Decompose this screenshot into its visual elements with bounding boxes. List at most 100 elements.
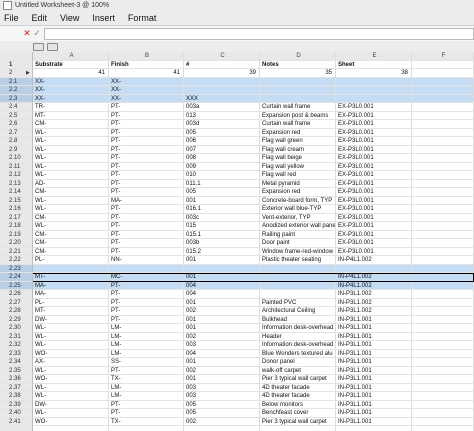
cell-d[interactable]: Information desk-overhead s	[260, 341, 336, 350]
cell-c[interactable]: 001	[184, 375, 260, 384]
cell-e[interactable]: EX-P3L0.001	[336, 137, 412, 146]
row-header[interactable]: 2.20	[0, 239, 33, 248]
cell-a[interactable]: WL-	[33, 145, 109, 154]
cell-d[interactable]	[260, 77, 336, 86]
menu-file[interactable]: File	[4, 13, 19, 23]
cell-d[interactable]: Information desk-overhead s	[260, 324, 336, 333]
cell-d[interactable]: Expansion red	[260, 188, 336, 197]
cell-e[interactable]: IN-P3L1.001	[336, 324, 412, 333]
row-header[interactable]: 2.23	[0, 264, 33, 273]
cell-c[interactable]: 002	[184, 332, 260, 341]
cell-c[interactable]: 001	[184, 273, 260, 282]
cell-e[interactable]: EX-P3L0.001	[336, 213, 412, 222]
row-header[interactable]: 2.9	[0, 145, 33, 154]
cell-b[interactable]: PT-	[109, 103, 184, 112]
cell-c[interactable]: 003d	[184, 120, 260, 129]
cell-d[interactable]: Curtain wall frame	[260, 103, 336, 112]
row-header[interactable]: 2.12	[0, 171, 33, 180]
cell-b[interactable]: Finish	[109, 60, 184, 69]
cell-a[interactable]: WL-	[33, 128, 109, 137]
cell-b[interactable]: PT-	[109, 239, 184, 248]
cell-e[interactable]: IN-P3L1.001	[336, 341, 412, 350]
row-header[interactable]: 2.33	[0, 349, 33, 358]
row-header[interactable]: 2.14	[0, 188, 33, 197]
cell-f[interactable]	[412, 281, 474, 290]
cell-f[interactable]	[412, 213, 474, 222]
row-header[interactable]: 2.29	[0, 315, 33, 324]
row-header[interactable]: 2.21	[0, 247, 33, 256]
cell-c[interactable]	[184, 426, 260, 431]
row-header[interactable]	[0, 426, 33, 431]
row-header[interactable]: 2.3	[0, 94, 33, 103]
row-header[interactable]: 2.35	[0, 366, 33, 375]
cell-b[interactable]: PT-	[109, 409, 184, 418]
row-header[interactable]: 2.22	[0, 256, 33, 265]
row-header[interactable]: 2.37	[0, 383, 33, 392]
cell-e[interactable]	[336, 426, 412, 431]
cell-c[interactable]	[184, 264, 260, 273]
cell-c[interactable]: 001	[184, 358, 260, 367]
cell-a[interactable]: WL-	[33, 341, 109, 350]
cell-f[interactable]	[412, 137, 474, 146]
cell-e[interactable]: EX-P3L0.001	[336, 103, 412, 112]
cell-d[interactable]: Concrete-board form, TYP	[260, 196, 336, 205]
cell-e[interactable]: IN-P3L1.001	[336, 400, 412, 409]
cell-a[interactable]: 41	[33, 69, 109, 78]
cell-d[interactable]: Bulkhead	[260, 315, 336, 324]
cell-b[interactable]: XX-	[109, 86, 184, 95]
cell-a[interactable]: WL-	[33, 222, 109, 231]
cell-f[interactable]	[412, 332, 474, 341]
cell-f[interactable]	[412, 222, 474, 231]
cell-c[interactable]: 003c	[184, 213, 260, 222]
cell-c[interactable]: 015	[184, 222, 260, 231]
cell-e[interactable]: EX-P3L0.001	[336, 222, 412, 231]
cell-c[interactable]: 004	[184, 290, 260, 299]
row-header[interactable]: 2.16	[0, 205, 33, 214]
row-header[interactable]: 2.2	[0, 86, 33, 95]
cell-d[interactable]: 35	[260, 69, 336, 78]
cell-e[interactable]: EX-P3L0.001	[336, 128, 412, 137]
cell-b[interactable]: TX-	[109, 417, 184, 426]
cell-f[interactable]	[412, 111, 474, 120]
row-header[interactable]: 2.6	[0, 120, 33, 129]
row-header[interactable]: 2.7	[0, 128, 33, 137]
cell-b[interactable]: PT-	[109, 179, 184, 188]
cell-a[interactable]: MA-	[33, 290, 109, 299]
cell-e[interactable]: IN-P3L1.001	[336, 392, 412, 401]
cell-a[interactable]: WL-	[33, 366, 109, 375]
cell-f[interactable]	[412, 315, 474, 324]
cell-b[interactable]: PT-	[109, 137, 184, 146]
cell-f[interactable]	[412, 171, 474, 180]
cell-c[interactable]: 005	[184, 128, 260, 137]
row-header[interactable]: 2.5	[0, 111, 33, 120]
cell-d[interactable]: 4D theater facade	[260, 392, 336, 401]
corner-cell[interactable]	[0, 52, 33, 61]
row-header[interactable]: 2.4	[0, 103, 33, 112]
cell-c[interactable]: 001	[184, 256, 260, 265]
cell-e[interactable]: EX-P3L0.001	[336, 230, 412, 239]
cell-b[interactable]: MC-	[109, 273, 184, 282]
cell-e[interactable]: IN-P3L1.001	[336, 332, 412, 341]
cell-f[interactable]	[412, 324, 474, 333]
cell-c[interactable]: 004	[184, 281, 260, 290]
cell-e[interactable]: 38	[336, 69, 412, 78]
cell-f[interactable]	[412, 392, 474, 401]
cell-a[interactable]: TR-	[33, 103, 109, 112]
cancel-icon[interactable]: ✕	[22, 28, 32, 39]
cell-f[interactable]	[412, 358, 474, 367]
cell-b[interactable]: PT-	[109, 366, 184, 375]
toolbar-button-1[interactable]	[33, 43, 44, 51]
cell-f[interactable]	[412, 349, 474, 358]
cell-b[interactable]: PT-	[109, 290, 184, 299]
row-header[interactable]: 2.28	[0, 307, 33, 316]
cell-f[interactable]	[412, 196, 474, 205]
cell-b[interactable]: PT-	[109, 230, 184, 239]
toolbar-button-2[interactable]	[47, 43, 58, 51]
cell-e[interactable]: IN-P3L1.001	[336, 375, 412, 384]
row-header[interactable]: 2 ▶	[0, 69, 33, 78]
menu-insert[interactable]: Insert	[92, 13, 115, 23]
cell-e[interactable]: IN-P3L1.001	[336, 315, 412, 324]
cell-b[interactable]: LM-	[109, 324, 184, 333]
cell-f[interactable]	[412, 145, 474, 154]
cell-b[interactable]: XX-	[109, 94, 184, 103]
